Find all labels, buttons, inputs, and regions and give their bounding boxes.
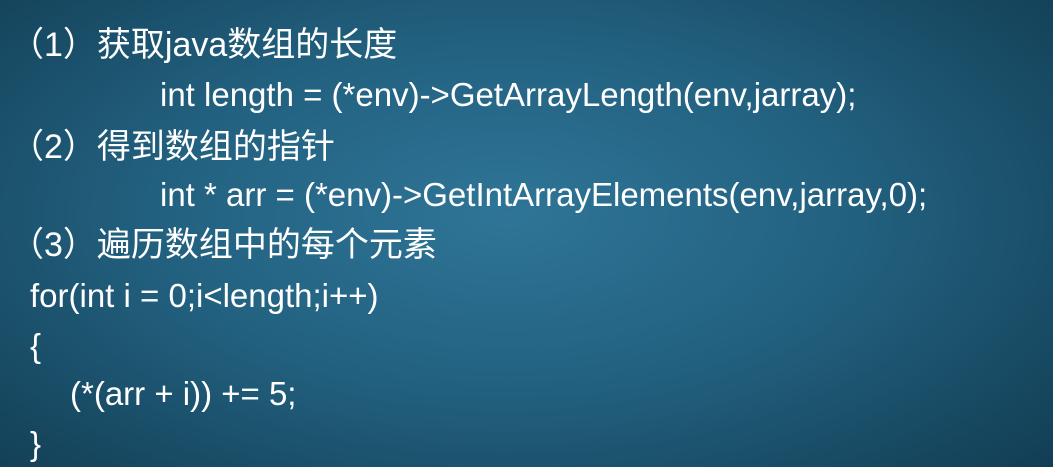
slide: （1）获取java数组的长度 int length = (*env)->GetA… — [0, 0, 1053, 467]
open-brace: { — [30, 327, 42, 364]
step-3-heading: （3）遍历数组中的每个元素 — [10, 226, 437, 264]
step-2-heading: （2）得到数组的指针 — [10, 128, 335, 166]
loop-body-statement: (*(arr + i)) += 5; — [70, 375, 297, 412]
step-2-code: int * arr = (*env)->GetIntArrayElements(… — [160, 176, 928, 213]
step-1-code: int length = (*env)->GetArrayLength(env,… — [160, 76, 857, 113]
step-1-heading: （1）获取java数组的长度 — [10, 26, 398, 64]
close-brace: } — [30, 425, 42, 462]
for-loop-header: for(int i = 0;i<length;i++) — [30, 277, 379, 314]
